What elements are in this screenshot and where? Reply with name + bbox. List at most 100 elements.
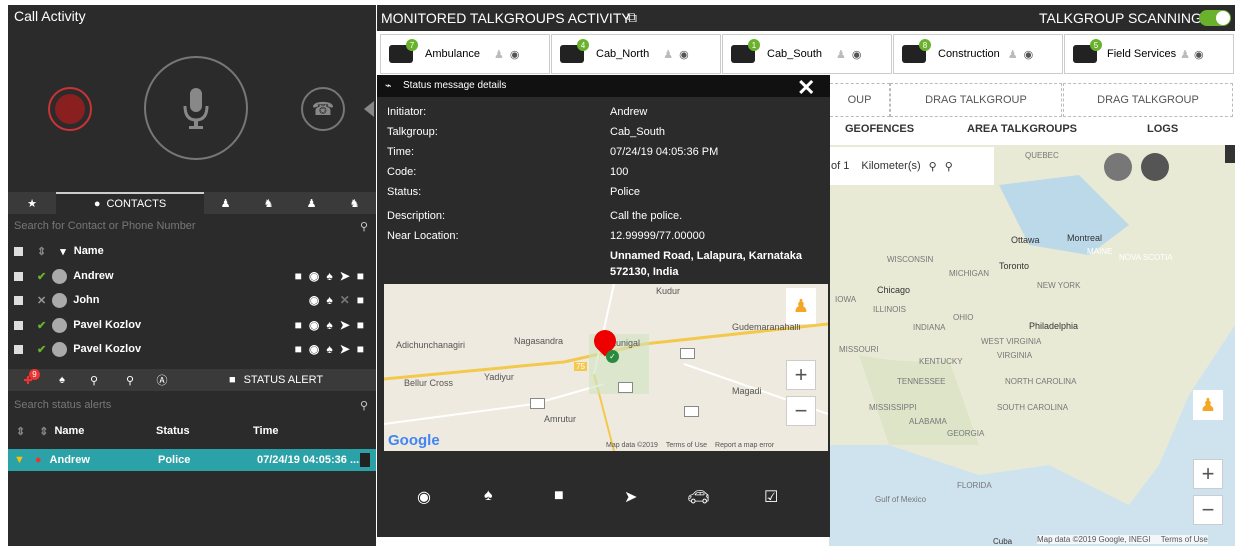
status-search-input[interactable]: Search status alerts ⚲: [8, 395, 376, 415]
terms-link[interactable]: Terms of Use: [1161, 535, 1208, 544]
message-icon[interactable]: ■: [357, 342, 364, 356]
sos-button[interactable]: [48, 87, 92, 131]
status-icon[interactable]: ◉: [309, 318, 319, 332]
alerts-tab[interactable]: ♠: [48, 369, 76, 391]
map-settings-icon[interactable]: [1104, 153, 1132, 181]
map-alerts-tab[interactable]: ⚲: [112, 369, 148, 391]
dynamic-groups-tab[interactable]: ♞: [247, 192, 290, 214]
report-link[interactable]: Report a map error: [715, 442, 774, 449]
zoom-in-button[interactable]: +: [1193, 459, 1223, 489]
alert-icon[interactable]: ♠: [326, 342, 332, 356]
location-icon[interactable]: ➤: [340, 269, 350, 283]
row-checkbox[interactable]: [14, 295, 23, 305]
tab-logs[interactable]: LOGS: [1147, 123, 1178, 135]
talkgroup-cab-south[interactable]: 1 Cab_South ♟ ◉: [722, 34, 892, 74]
time-column-header[interactable]: Time: [253, 425, 278, 437]
zoom-out-button[interactable]: −: [1193, 495, 1223, 525]
distance-unit-label[interactable]: Kilometer(s): [861, 160, 920, 172]
row-checkbox[interactable]: [14, 320, 23, 330]
status-icon[interactable]: ◉: [679, 48, 689, 61]
status-alert-tab[interactable]: ■ STATUS ALERT: [176, 369, 376, 391]
popout-icon[interactable]: ⧉: [627, 9, 637, 26]
status-icon[interactable]: ◉: [309, 293, 319, 307]
contact-search-input[interactable]: Search for Contact or Phone Number ⚲: [8, 216, 376, 236]
zoom-in-button[interactable]: +: [786, 360, 816, 390]
video-icon[interactable]: ■: [295, 318, 302, 332]
drag-talkgroup-slot[interactable]: DRAG TALKGROUP: [1063, 83, 1233, 117]
status-tab[interactable]: Ⓐ: [148, 369, 176, 391]
user-muted-icon[interactable]: ♟: [1008, 48, 1018, 61]
message-icon[interactable]: ■: [357, 318, 364, 332]
row-checkbox[interactable]: [14, 271, 23, 281]
video-icon[interactable]: ■: [295, 342, 302, 356]
sort-icon[interactable]: ⇕: [37, 245, 46, 258]
alert-icon[interactable]: ♠: [326, 269, 332, 283]
zoom-out-button[interactable]: −: [786, 396, 816, 426]
terms-link[interactable]: Terms of Use: [666, 442, 707, 449]
row-checkbox[interactable]: [14, 344, 23, 354]
patch-groups-tab[interactable]: ♞: [333, 192, 376, 214]
main-map[interactable]: of 1 Kilometer(s) ⚲ ⚲ Ottawa Montreal To…: [829, 145, 1235, 546]
status-icon[interactable]: ◉: [1194, 48, 1204, 61]
search-icon[interactable]: ⚲: [929, 160, 937, 173]
expand-icon[interactable]: ▾: [60, 245, 66, 258]
alert-icon[interactable]: ♠: [326, 318, 332, 332]
end-call-button[interactable]: ☎: [301, 87, 345, 131]
checklist-icon[interactable]: ☑: [764, 487, 778, 507]
drag-talkgroup-slot[interactable]: DRAG TALKGROUP: [890, 83, 1062, 117]
select-all-checkbox[interactable]: [14, 246, 23, 256]
location-map[interactable]: Kudur Adichunchanagiri Nagasandra Kuniga…: [384, 284, 828, 451]
pegman-icon[interactable]: ♟: [786, 288, 816, 324]
user-muted-icon[interactable]: ♟: [836, 48, 846, 61]
collapse-arrow-icon[interactable]: [364, 101, 374, 117]
user-muted-icon[interactable]: ♟: [1180, 48, 1190, 61]
vehicle-icon[interactable]: 🚗︎: [687, 487, 710, 508]
contact-row[interactable]: ✔ Pavel Kozlov ■ ◉ ♠ ➤ ■: [8, 314, 376, 336]
groups-tab[interactable]: ♟: [204, 192, 247, 214]
geofence-alerts-tab[interactable]: ⚲: [76, 369, 112, 391]
emergency-tab[interactable]: ✚ 9: [8, 369, 48, 391]
ptt-microphone-button[interactable]: [144, 56, 248, 160]
contact-row[interactable]: ✔ Andrew ■ ◉ ♠ ➤ ■: [8, 265, 376, 287]
status-icon[interactable]: ◉: [309, 269, 319, 283]
talkgroup-ambulance[interactable]: 7 Ambulance ♟ ◉: [380, 34, 550, 74]
talkgroups-tab[interactable]: ♟: [290, 192, 333, 214]
map-panel-toggle[interactable]: [1225, 145, 1235, 163]
name-column-header[interactable]: Name: [74, 245, 104, 257]
drag-talkgroup-slot[interactable]: OUP: [830, 83, 890, 117]
alert-icon[interactable]: ♠: [326, 293, 332, 307]
alert-icon[interactable]: ♠: [484, 487, 493, 505]
talkgroup-field-services[interactable]: 5 Field Services ♟ ◉: [1064, 34, 1234, 74]
location-icon[interactable]: ➤: [340, 342, 350, 356]
contacts-tab[interactable]: ● CONTACTS: [56, 192, 204, 214]
status-icon[interactable]: ◉: [417, 487, 431, 507]
close-icon[interactable]: ✕: [797, 75, 815, 101]
contact-row[interactable]: ✔ Pavel Kozlov ■ ◉ ♠ ➤ ■: [8, 338, 376, 360]
message-icon[interactable]: ■: [357, 293, 364, 307]
map-search-bar[interactable]: of 1 Kilometer(s) ⚲ ⚲: [829, 147, 994, 185]
video-icon[interactable]: ■: [295, 269, 302, 283]
sort-icon[interactable]: ⇕: [16, 425, 25, 438]
status-icon[interactable]: ◉: [1024, 48, 1034, 61]
status-icon[interactable]: ◉: [852, 48, 862, 61]
pegman-icon[interactable]: ♟: [1193, 390, 1223, 420]
tab-geofences[interactable]: GEOFENCES: [845, 123, 914, 135]
location-pin-icon[interactable]: ⚲: [945, 160, 953, 173]
talkgroup-cab-north[interactable]: 4 Cab_North ♟ ◉: [551, 34, 721, 74]
status-icon[interactable]: ◉: [309, 342, 319, 356]
favorites-tab[interactable]: ★: [8, 192, 56, 214]
alert-row[interactable]: ▼ ● Andrew Police 07/24/19 04:05:36 ...: [8, 449, 376, 471]
user-muted-icon[interactable]: ♟: [663, 48, 673, 61]
message-icon[interactable]: ■: [554, 487, 564, 505]
row-menu-icon[interactable]: [360, 453, 370, 467]
contact-row[interactable]: ✕ John ◉ ♠ ✕ ■: [8, 289, 376, 311]
tab-area-talkgroups[interactable]: AREA TALKGROUPS: [967, 123, 1077, 135]
name-column-header[interactable]: Name: [54, 425, 84, 437]
user-muted-icon[interactable]: ♟: [494, 48, 504, 61]
location-icon[interactable]: ➤: [624, 487, 637, 507]
status-icon[interactable]: ◉: [510, 48, 520, 61]
message-icon[interactable]: ■: [357, 269, 364, 283]
map-globe-icon[interactable]: [1141, 153, 1169, 181]
talkgroup-construction[interactable]: 8 Construction ♟ ◉: [893, 34, 1063, 74]
scanning-toggle[interactable]: [1199, 10, 1231, 26]
